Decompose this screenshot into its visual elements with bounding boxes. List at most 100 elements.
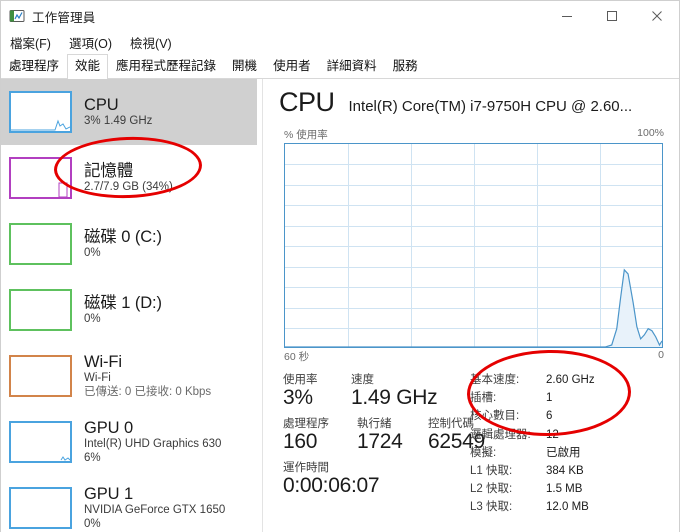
sidebar-item-gpu1-text: GPU 1 NVIDIA GeForce GTX 1650 0% <box>84 485 225 531</box>
sidebar-item-disk0-name: 磁碟 0 (C:) <box>84 227 162 246</box>
stat-l1-cache: L1 快取: 384 KB <box>470 462 670 480</box>
panel-header: CPU Intel(R) Core(TM) i7-9750H CPU @ 2.6… <box>279 87 632 118</box>
sidebar-item-gpu0-text: GPU 0 Intel(R) UHD Graphics 630 6% <box>84 419 221 465</box>
stat-base-speed: 基本速度: 2.60 GHz <box>470 371 670 389</box>
graph-bottom-axis: 60 秒 0 <box>284 349 664 364</box>
window-controls <box>544 1 679 31</box>
sidebar-item-memory-sub: 2.7/7.9 GB (34%) <box>84 181 173 194</box>
sidebar-item-gpu1[interactable]: GPU 1 NVIDIA GeForce GTX 1650 0% <box>1 475 257 532</box>
disk0-thumbnail-graph <box>9 223 72 265</box>
graph-y-label: % 使用率 <box>284 129 328 141</box>
stat-processes: 處理程序 160 <box>283 415 357 454</box>
graph-top-axis: % 使用率 100% <box>284 127 664 142</box>
menu-item-file[interactable]: 檔案(F) <box>1 31 60 54</box>
sidebar-item-memory-text: 記憶體 2.7/7.9 GB (34%) <box>84 162 173 194</box>
sidebar-item-disk0[interactable]: 磁碟 0 (C:) 0% <box>1 211 257 277</box>
cpu-utilization-graph <box>284 143 663 348</box>
sidebar-item-cpu[interactable]: CPU 3% 1.49 GHz <box>1 79 257 145</box>
sidebar-item-disk1[interactable]: 磁碟 1 (D:) 0% <box>1 277 257 343</box>
sidebar-item-gpu1-sub2: 0% <box>84 518 101 531</box>
stat-speed-value: 1.49 GHz <box>351 386 438 409</box>
gpu0-thumbnail-graph <box>9 421 72 463</box>
stat-l1-cache-value: 384 KB <box>546 464 584 477</box>
stat-l3-cache: L3 快取: 12.0 MB <box>470 498 670 516</box>
tab-app-history[interactable]: 應用程式歷程記錄 <box>108 54 224 78</box>
stat-uptime-value: 0:00:06:07 <box>283 474 380 497</box>
menu-item-view[interactable]: 檢視(V) <box>121 31 181 54</box>
stat-l2-cache-label: L2 快取: <box>470 483 513 496</box>
stat-utilization: 使用率 3% <box>283 371 351 410</box>
menu-bar: 檔案(F) 選項(O) 檢視(V) <box>1 31 679 54</box>
stat-processes-value: 160 <box>283 430 318 453</box>
sidebar-item-gpu0-name: GPU 0 <box>84 418 134 437</box>
stat-threads-label: 執行緒 <box>357 418 392 430</box>
cpu-stats-secondary: 基本速度: 2.60 GHz 插槽: 1 核心數目: 6 邏輯處理器: 12 模… <box>470 371 670 517</box>
sidebar-item-wifi[interactable]: Wi-Fi Wi-Fi 已傳送: 0 已接收: 0 Kbps <box>1 343 257 409</box>
graph-x-min: 60 秒 <box>284 351 310 363</box>
disk1-thumbnail-graph <box>9 289 72 331</box>
tab-processes[interactable]: 處理程序 <box>1 54 67 78</box>
sidebar-item-cpu-text: CPU 3% 1.49 GHz <box>84 96 152 128</box>
sidebar-item-wifi-sub2: 已傳送: 0 已接收: 0 Kbps <box>84 386 212 399</box>
stat-logical-processors: 邏輯處理器: 12 <box>470 426 670 444</box>
stat-threads-value: 1724 <box>357 430 403 453</box>
stat-l2-cache: L2 快取: 1.5 MB <box>470 480 670 498</box>
stats-row-1: 使用率 3% 速度 1.49 GHz <box>283 371 493 410</box>
menu-item-options[interactable]: 選項(O) <box>60 31 121 54</box>
graph-y-max: 100% <box>637 127 664 139</box>
stat-l3-cache-label: L3 快取: <box>470 501 513 514</box>
sidebar-item-gpu1-sub1: NVIDIA GeForce GTX 1650 <box>84 504 226 517</box>
stat-l3-cache-value: 12.0 MB <box>546 501 589 514</box>
stat-virtualization-label: 模擬: <box>470 446 497 459</box>
title-bar: 工作管理員 <box>1 1 679 31</box>
stat-cores-label: 核心數目: <box>470 410 520 423</box>
stat-speed-label: 速度 <box>351 374 374 386</box>
maximize-button[interactable] <box>589 1 634 31</box>
window-title: 工作管理員 <box>32 10 96 25</box>
sidebar-item-cpu-sub: 3% 1.49 GHz <box>84 115 153 128</box>
sidebar-item-disk1-name: 磁碟 1 (D:) <box>84 293 162 312</box>
sidebar-item-disk1-text: 磁碟 1 (D:) 0% <box>84 294 162 326</box>
sidebar-item-gpu0[interactable]: GPU 0 Intel(R) UHD Graphics 630 6% <box>1 409 257 475</box>
sidebar-item-wifi-name: Wi-Fi <box>84 352 122 371</box>
cpu-detail-panel: CPU Intel(R) Core(TM) i7-9750H CPU @ 2.6… <box>263 79 679 532</box>
stat-logical-processors-value: 12 <box>546 428 559 441</box>
wifi-thumbnail-graph <box>9 355 72 397</box>
tab-strip: 處理程序 效能 應用程式歷程記錄 開機 使用者 詳細資料 服務 <box>1 54 679 79</box>
stat-virtualization-value: 已啟用 <box>546 446 581 459</box>
stat-threads: 執行緒 1724 <box>357 415 428 454</box>
stat-sockets-value: 1 <box>546 392 553 405</box>
stat-utilization-value: 3% <box>283 386 313 409</box>
stat-base-speed-label: 基本速度: <box>470 374 520 386</box>
tab-users[interactable]: 使用者 <box>265 54 319 78</box>
stat-cores: 核心數目: 6 <box>470 407 670 425</box>
stat-l2-cache-value: 1.5 MB <box>546 483 583 496</box>
cpu-stats-primary: 使用率 3% 速度 1.49 GHz 處理程序 160 執行緒 1724 控制代… <box>283 371 493 498</box>
stat-sockets-label: 插槽: <box>470 392 497 405</box>
stats-row-3: 運作時間 0:00:06:07 <box>283 459 493 498</box>
sidebar-item-memory[interactable]: 記憶體 2.7/7.9 GB (34%) <box>1 145 257 211</box>
stat-logical-processors-label: 邏輯處理器: <box>470 428 531 441</box>
tab-services[interactable]: 服務 <box>385 54 426 78</box>
cpu-usage-plot <box>285 268 662 347</box>
tab-startup[interactable]: 開機 <box>224 54 265 78</box>
minimize-button[interactable] <box>544 1 589 31</box>
tab-details[interactable]: 詳細資料 <box>319 54 385 78</box>
stat-uptime: 運作時間 0:00:06:07 <box>283 459 380 498</box>
cpu-model-name: Intel(R) Core(TM) i7-9750H CPU @ 2.60... <box>348 98 633 115</box>
stat-l1-cache-label: L1 快取: <box>470 464 513 477</box>
stat-virtualization: 模擬: 已啟用 <box>470 444 670 462</box>
stat-uptime-label: 運作時間 <box>283 462 329 474</box>
sidebar-item-wifi-text: Wi-Fi Wi-Fi 已傳送: 0 已接收: 0 Kbps <box>84 353 211 399</box>
stat-base-speed-value: 2.60 GHz <box>546 374 595 386</box>
stat-processes-label: 處理程序 <box>283 418 329 430</box>
sidebar-item-disk0-sub: 0% <box>84 247 101 260</box>
cpu-thumbnail-graph <box>9 91 72 133</box>
tab-performance[interactable]: 效能 <box>67 54 109 79</box>
close-button[interactable] <box>634 1 679 31</box>
graph-x-max: 0 <box>658 349 664 361</box>
sidebar-item-disk0-text: 磁碟 0 (C:) 0% <box>84 228 162 260</box>
gpu1-thumbnail-graph <box>9 487 72 529</box>
sidebar-item-gpu1-name: GPU 1 <box>84 484 134 503</box>
stats-row-2: 處理程序 160 執行緒 1724 控制代碼 62549 <box>283 415 493 454</box>
